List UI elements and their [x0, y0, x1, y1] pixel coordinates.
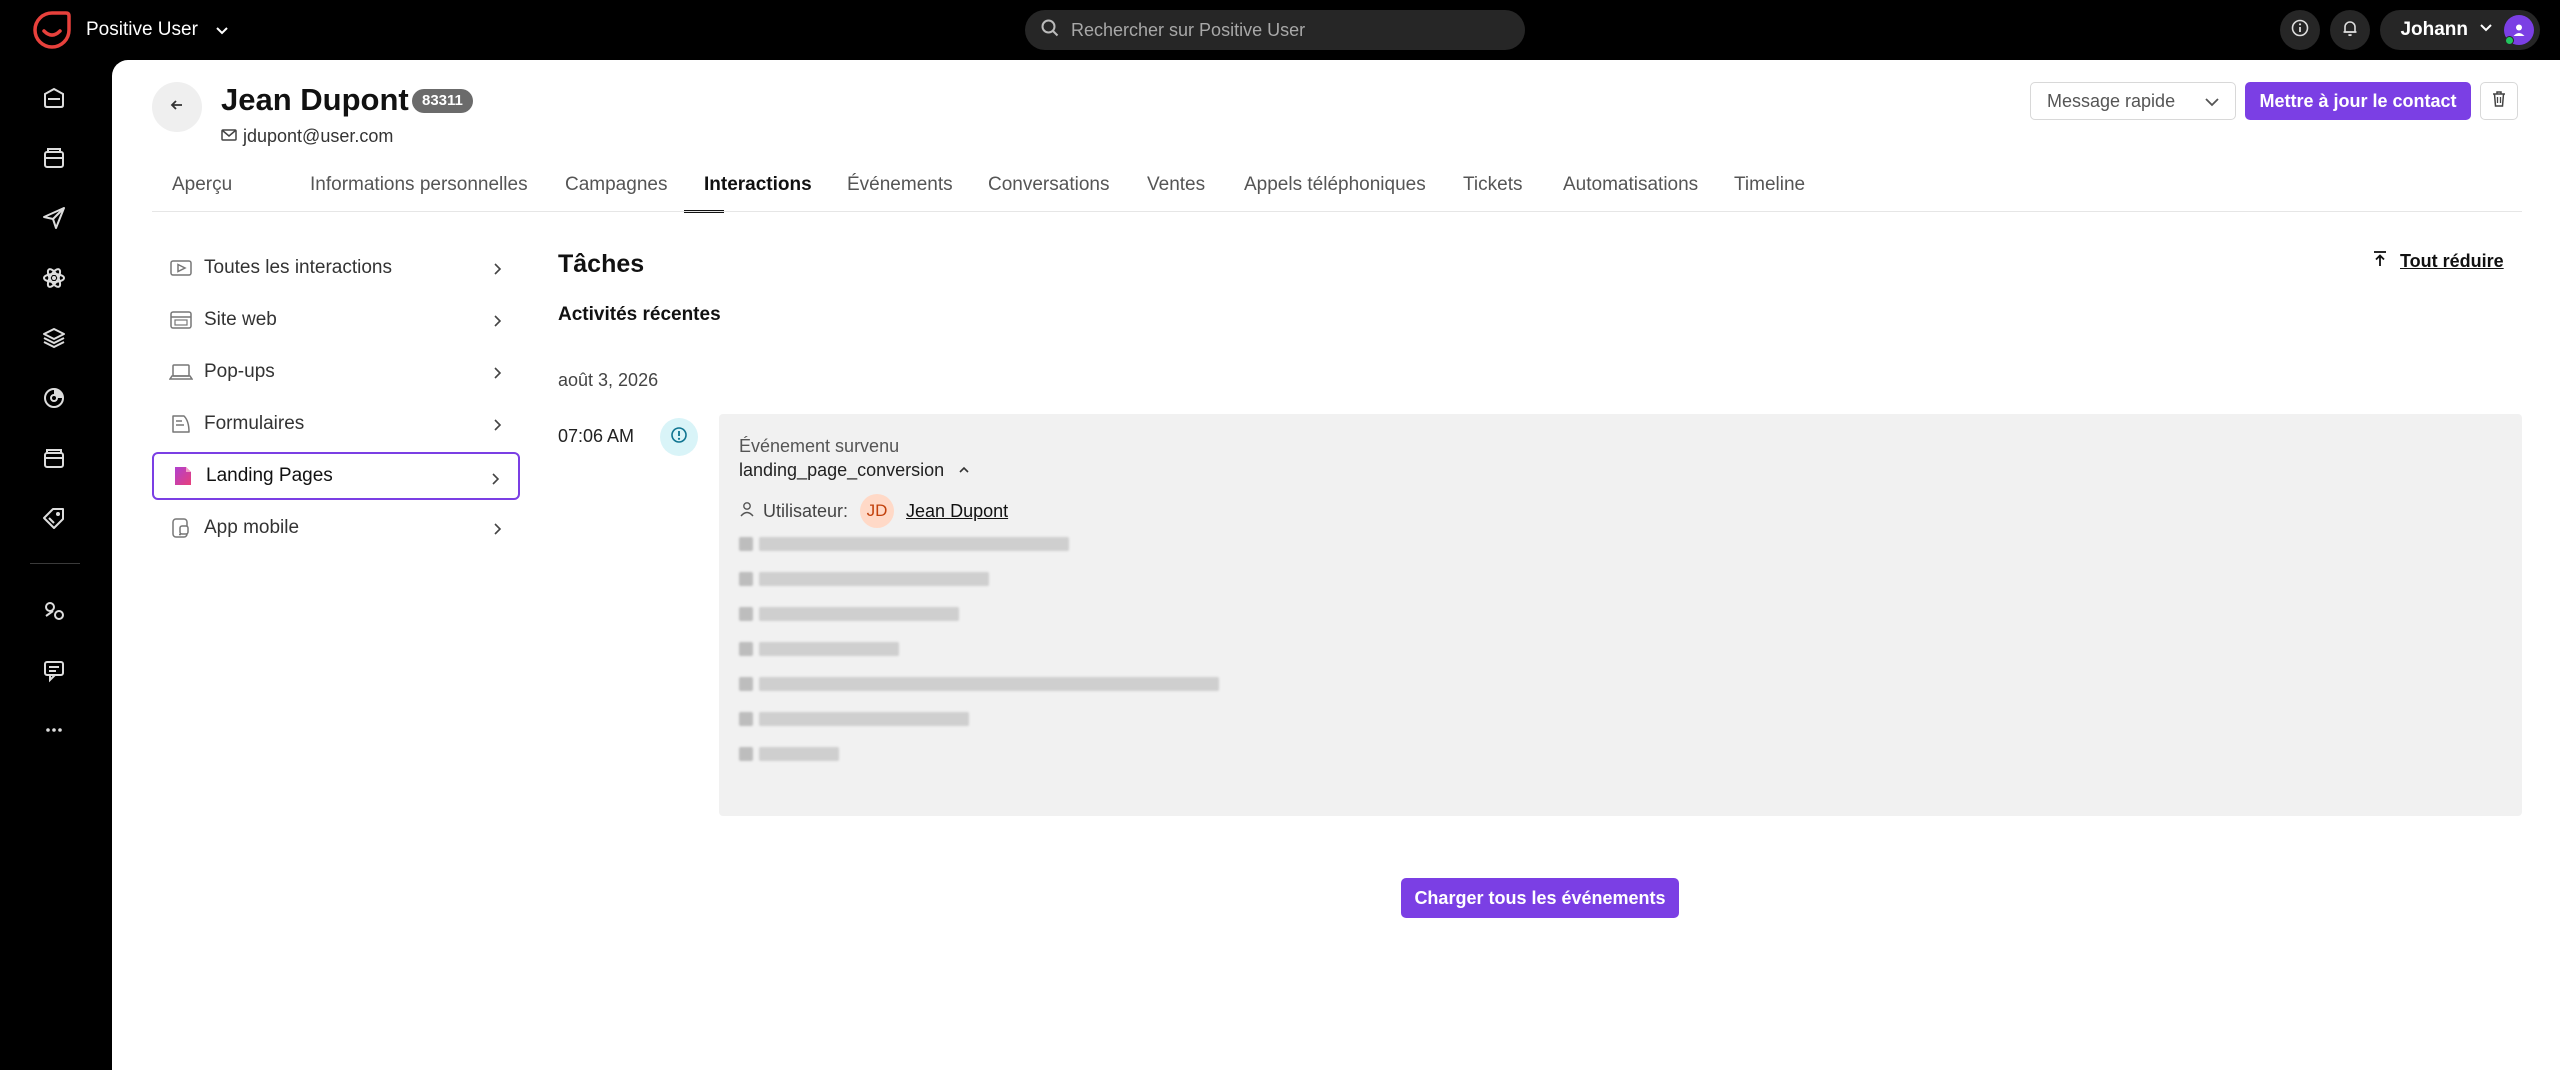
contact-email: jdupont@user.com — [221, 126, 393, 147]
mobile-app-icon — [168, 515, 194, 541]
contact-name: Jean Dupont — [221, 82, 409, 117]
brand[interactable]: Positive User — [32, 8, 230, 52]
landing-page-icon — [170, 463, 196, 489]
load-all-events-button[interactable]: Charger tous les événements — [1401, 878, 1679, 918]
layers-icon[interactable] — [38, 322, 70, 354]
avatar — [2504, 15, 2534, 45]
redacted-bullet — [739, 607, 753, 621]
search-input[interactable] — [1071, 19, 1511, 41]
top-bar: Positive User Johann — [0, 0, 2560, 60]
redacted-bullet — [739, 712, 753, 726]
collapse-all-button[interactable]: Tout réduire — [2372, 250, 2504, 273]
side-item-landing-pages[interactable]: Landing Pages — [152, 452, 520, 500]
update-contact-button[interactable]: Mettre à jour le contact — [2245, 82, 2471, 120]
redacted-bullet — [739, 747, 753, 761]
search-icon — [1041, 19, 1059, 42]
redacted-field — [759, 572, 989, 586]
user-label: Utilisateur: — [763, 500, 849, 521]
inbox-icon[interactable] — [38, 142, 70, 174]
chevron-down-icon — [2478, 19, 2494, 41]
chat-icon[interactable] — [38, 654, 70, 686]
rail-divider — [30, 563, 80, 564]
redacted-bullet — [739, 572, 753, 586]
event-user: Utilisateur: JD Jean Dupont — [739, 494, 1008, 528]
section-title: Tâches — [558, 250, 645, 278]
play-icon — [168, 255, 194, 281]
collapse-icon — [2372, 250, 2388, 273]
redacted-field — [759, 537, 1069, 551]
top-right-controls: Johann — [2280, 10, 2540, 50]
side-item-toutes-les-interactions[interactable]: Toutes les interactions — [152, 244, 520, 292]
event-name: landing_page_conversion — [739, 460, 945, 480]
tags-icon[interactable] — [38, 502, 70, 534]
atom-icon[interactable] — [38, 262, 70, 294]
chevron-up-icon — [958, 460, 970, 481]
redacted-field — [759, 642, 899, 656]
event-card: Événement survenu landing_page_conversio… — [719, 414, 2522, 816]
info-icon — [2291, 19, 2309, 42]
mail-icon — [221, 126, 237, 147]
cards-icon[interactable] — [38, 442, 70, 474]
collapse-all-label: Tout réduire — [2400, 251, 2504, 271]
dashboard-icon[interactable] — [38, 82, 70, 114]
online-status-dot — [2505, 36, 2514, 45]
trash-icon — [2491, 90, 2507, 113]
chevron-right-icon — [490, 520, 504, 542]
delete-button[interactable] — [2480, 82, 2518, 120]
browser-icon — [168, 307, 194, 333]
user-menu-button[interactable]: Johann — [2380, 10, 2540, 50]
recent-activities-title: Activités récentes — [558, 304, 721, 325]
send-icon[interactable] — [38, 202, 70, 234]
user-icon — [739, 501, 755, 522]
more-icon[interactable] — [38, 714, 70, 746]
back-button[interactable] — [152, 82, 202, 132]
chevron-right-icon — [488, 470, 502, 492]
event-name-toggle[interactable]: landing_page_conversion — [739, 460, 970, 481]
event-time: 07:06 AM — [558, 426, 635, 446]
notifications-button[interactable] — [2330, 10, 2371, 50]
side-item-pop-ups[interactable]: Pop-ups — [152, 348, 520, 396]
redacted-field — [759, 712, 969, 726]
user-initials-avatar: JD — [860, 494, 895, 528]
redacted-bullet — [739, 677, 753, 691]
chevron-right-icon — [490, 416, 504, 438]
contact-id-badge: 83311 — [412, 89, 473, 113]
redacted-bullet — [739, 537, 753, 551]
tabs-divider — [152, 211, 2522, 212]
side-item-site-web[interactable]: Site web — [152, 296, 520, 344]
quick-message-dropdown[interactable]: Message rapide — [2030, 82, 2236, 120]
chevron-down-icon[interactable] — [214, 22, 230, 38]
chevron-right-icon — [490, 260, 504, 282]
redacted-field — [759, 607, 959, 621]
side-item-app-mobile[interactable]: App mobile — [152, 504, 520, 552]
chevron-right-icon — [490, 364, 504, 386]
analytics-icon[interactable] — [38, 382, 70, 414]
brand-name: Positive User — [86, 19, 198, 40]
help-button[interactable] — [2280, 10, 2321, 50]
brand-logo-icon — [32, 10, 72, 50]
redacted-field — [759, 677, 1219, 691]
integrations-icon[interactable] — [38, 594, 70, 626]
redacted-bullet — [739, 642, 753, 656]
laptop-icon — [168, 359, 194, 385]
contact-email-text: jdupont@user.com — [243, 126, 394, 146]
user-link[interactable]: Jean Dupont — [906, 501, 1008, 522]
chevron-right-icon — [490, 312, 504, 334]
quick-message-label: Message rapide — [2047, 90, 2176, 111]
left-rail — [0, 60, 110, 1070]
info-icon — [670, 426, 688, 449]
form-icon — [168, 411, 194, 437]
chevron-down-icon — [2203, 93, 2221, 116]
bell-icon — [2341, 19, 2359, 42]
redacted-field — [759, 747, 839, 761]
side-item-formulaires[interactable]: Formulaires — [152, 400, 520, 448]
arrow-left-icon — [169, 97, 185, 118]
date-label: août 3, 2026 — [558, 370, 659, 390]
main-content: Jean Dupont 83311 jdupont@user.com Messa… — [112, 60, 2560, 1070]
search-bar[interactable] — [1025, 10, 1525, 50]
event-status-dot — [660, 418, 698, 456]
event-type: Événement survenu — [739, 436, 900, 456]
user-name: Johann — [2400, 19, 2468, 40]
